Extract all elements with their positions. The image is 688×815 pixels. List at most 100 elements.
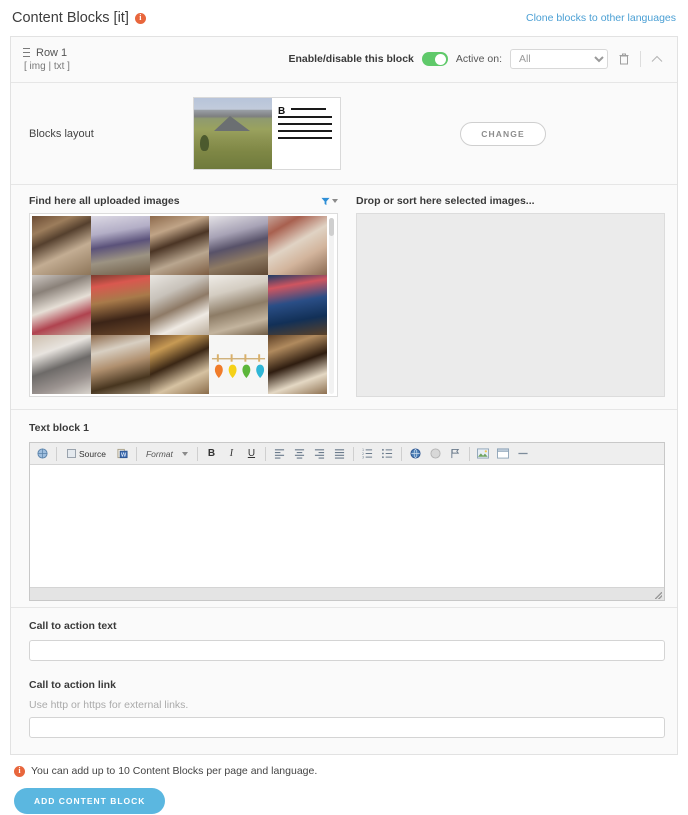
image-thumbnail[interactable] xyxy=(32,216,91,276)
chevron-down-icon xyxy=(332,199,338,203)
toolbar-separator xyxy=(196,446,198,461)
image-thumbnail[interactable] xyxy=(32,275,91,335)
rich-text-editor: Source W Format B I U 1 2 3 xyxy=(29,442,665,601)
active-on-select[interactable]: All xyxy=(510,49,608,69)
layout-thumbnail-image xyxy=(194,98,272,169)
gallery-scrollbar[interactable] xyxy=(329,218,334,394)
toolbar-separator xyxy=(400,446,402,461)
selected-images-column: Drop or sort here selected images... xyxy=(356,195,665,397)
selected-images-header: Drop or sort here selected images... xyxy=(356,195,665,207)
uploaded-images-gallery[interactable] xyxy=(29,213,338,397)
underline-button[interactable]: U xyxy=(243,446,260,461)
layout-line xyxy=(278,123,332,125)
trash-icon[interactable] xyxy=(616,50,632,68)
filter-control[interactable] xyxy=(321,197,338,206)
text-block-section: Text block 1 Source W Format B I U 1 2 3 xyxy=(11,410,677,608)
image-dropzone[interactable] xyxy=(356,213,665,397)
info-icon: i xyxy=(14,765,25,777)
layout-line xyxy=(278,130,332,132)
source-button[interactable]: Source xyxy=(62,447,111,461)
image-thumbnail[interactable] xyxy=(91,275,150,335)
image-icon[interactable] xyxy=(475,446,492,461)
link-icon[interactable] xyxy=(407,446,424,461)
align-justify-icon[interactable] xyxy=(331,446,348,461)
call-to-action-section: Call to action text Call to action link … xyxy=(11,608,677,754)
cta-link-hint: Use http or https for external links. xyxy=(29,699,189,711)
italic-button[interactable]: I xyxy=(223,446,240,461)
filter-funnel-icon xyxy=(321,197,330,205)
row-title: Row 1 xyxy=(23,47,70,59)
toolbar-separator xyxy=(135,446,137,461)
layout-line xyxy=(291,108,326,110)
format-label: Format xyxy=(145,448,173,459)
chevron-down-icon xyxy=(181,451,188,456)
image-thumbnail[interactable] xyxy=(268,275,327,335)
row-identifier: Row 1 [ img | txt ] xyxy=(23,47,70,72)
toolbar-separator xyxy=(352,446,354,461)
page-footer: i You can add up to 10 Content Blocks pe… xyxy=(10,755,678,814)
text-block-label: Text block 1 xyxy=(29,422,89,434)
image-thumbnail[interactable] xyxy=(150,334,209,394)
selected-images-title: Drop or sort here selected images... xyxy=(356,195,535,207)
row-title-text: Row 1 xyxy=(36,47,68,59)
anchor-flag-icon[interactable] xyxy=(447,446,464,461)
uploaded-images-title: Find here all uploaded images xyxy=(29,195,180,207)
editor-toolbar: Source W Format B I U 1 2 3 xyxy=(30,443,664,465)
toolbar-separator xyxy=(264,446,266,461)
iframe-icon[interactable] xyxy=(495,446,512,461)
image-thumbnail[interactable] xyxy=(209,216,268,276)
layout-thumbnail[interactable]: B xyxy=(193,97,341,170)
format-dropdown[interactable]: Format xyxy=(142,447,192,461)
gallery-scrollbar-thumb[interactable] xyxy=(329,218,334,236)
cta-link-label: Call to action link xyxy=(29,679,116,691)
images-section: Find here all uploaded images Drop or so… xyxy=(11,185,677,410)
svg-text:3: 3 xyxy=(362,455,364,459)
image-thumbnail[interactable] xyxy=(209,334,268,394)
cta-text-label: Call to action text xyxy=(29,620,117,632)
source-label: Source xyxy=(79,448,106,459)
active-on-label: Active on: xyxy=(455,53,502,65)
image-thumbnail[interactable] xyxy=(91,334,150,394)
maximize-icon[interactable] xyxy=(34,446,51,461)
page-header: Content Blocks [it] i Clone blocks to ot… xyxy=(10,8,678,36)
layout-bold-letter: B xyxy=(278,106,286,117)
add-content-block-button[interactable]: ADD CONTENT BLOCK xyxy=(14,788,166,814)
image-thumbnail[interactable] xyxy=(150,216,209,276)
drag-handle-icon[interactable] xyxy=(23,48,30,58)
blocks-layout-label: Blocks layout xyxy=(29,127,94,140)
editor-content-area[interactable] xyxy=(30,465,664,587)
align-right-icon[interactable] xyxy=(311,446,328,461)
bulleted-list-icon[interactable] xyxy=(379,446,396,461)
layout-line xyxy=(278,116,332,118)
enable-disable-label: Enable/disable this block xyxy=(288,53,414,65)
cta-link-input[interactable] xyxy=(29,717,665,738)
align-center-icon[interactable] xyxy=(291,446,308,461)
image-thumbnail[interactable] xyxy=(268,216,327,276)
image-thumbnail[interactable] xyxy=(209,275,268,335)
image-thumbnail[interactable] xyxy=(150,275,209,335)
cta-text-input[interactable] xyxy=(29,640,665,661)
unlink-icon[interactable] xyxy=(427,446,444,461)
enable-disable-toggle[interactable] xyxy=(421,52,448,66)
paste-from-word-icon[interactable]: W xyxy=(114,446,131,461)
image-thumbnail[interactable] xyxy=(268,334,327,394)
change-layout-button[interactable]: CHANGE xyxy=(460,121,546,146)
image-grid xyxy=(32,216,327,394)
uploaded-images-column: Find here all uploaded images xyxy=(29,195,338,397)
block-header: Row 1 [ img | txt ] Enable/disable this … xyxy=(11,37,677,83)
image-thumbnail[interactable] xyxy=(91,216,150,276)
image-thumbnail[interactable] xyxy=(32,334,91,394)
block-header-controls: Enable/disable this block Active on: All xyxy=(288,47,665,69)
align-left-icon[interactable] xyxy=(271,446,288,461)
page-title-text: Content Blocks [it] xyxy=(12,10,129,26)
editor-resize-bar[interactable] xyxy=(30,587,664,600)
chevron-up-icon[interactable] xyxy=(649,50,665,68)
info-icon: i xyxy=(134,12,146,24)
numbered-list-icon[interactable]: 123 xyxy=(359,446,376,461)
horizontal-rule-icon[interactable] xyxy=(515,446,532,461)
clone-blocks-link[interactable]: Clone blocks to other languages xyxy=(526,12,676,24)
uploaded-images-header: Find here all uploaded images xyxy=(29,195,338,207)
bold-button[interactable]: B xyxy=(203,446,220,461)
header-divider xyxy=(640,51,641,67)
